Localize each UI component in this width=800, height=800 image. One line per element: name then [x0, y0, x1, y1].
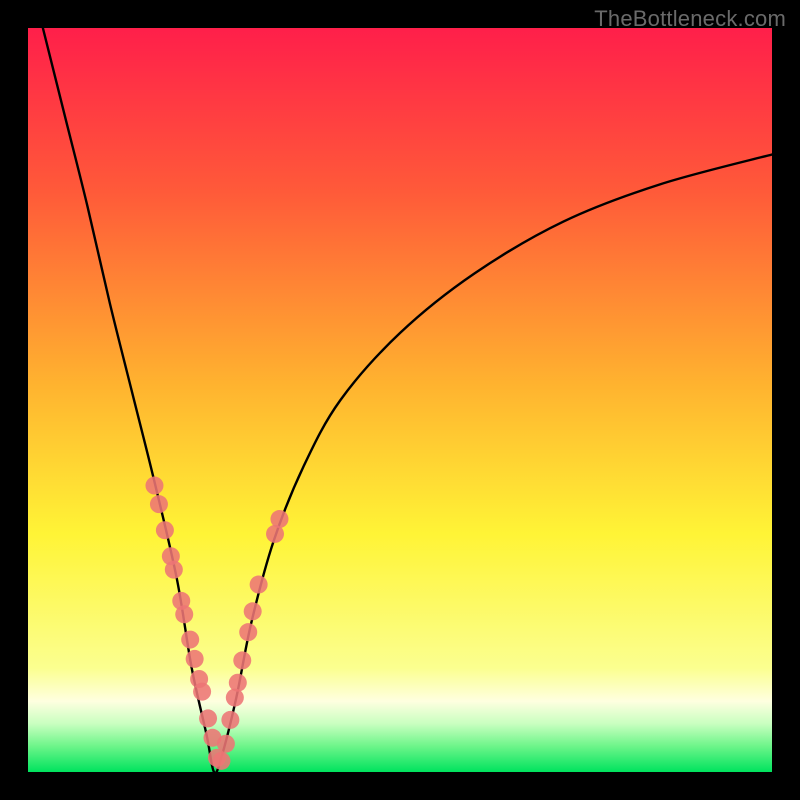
highlight-dot	[233, 651, 251, 669]
highlight-dot	[229, 674, 247, 692]
watermark-text: TheBottleneck.com	[594, 6, 786, 32]
highlight-dot	[145, 477, 163, 495]
highlight-dot	[165, 561, 183, 579]
curve-layer	[28, 28, 772, 772]
highlight-dot	[239, 623, 257, 641]
highlight-dot	[221, 711, 239, 729]
plot-area	[28, 28, 772, 772]
bottleneck-curve	[43, 28, 772, 772]
highlight-dot	[199, 709, 217, 727]
highlight-dot	[150, 495, 168, 513]
highlight-dot	[226, 689, 244, 707]
highlight-dot	[217, 735, 235, 753]
highlight-dot	[181, 631, 199, 649]
highlight-dot	[250, 576, 268, 594]
highlight-dot	[212, 752, 230, 770]
highlight-dots	[145, 477, 288, 770]
highlight-dot	[270, 510, 288, 528]
highlight-dot	[156, 521, 174, 539]
highlight-dot	[193, 683, 211, 701]
highlight-dot	[175, 605, 193, 623]
chart-frame: TheBottleneck.com	[0, 0, 800, 800]
highlight-dot	[244, 602, 262, 620]
highlight-dot	[186, 650, 204, 668]
